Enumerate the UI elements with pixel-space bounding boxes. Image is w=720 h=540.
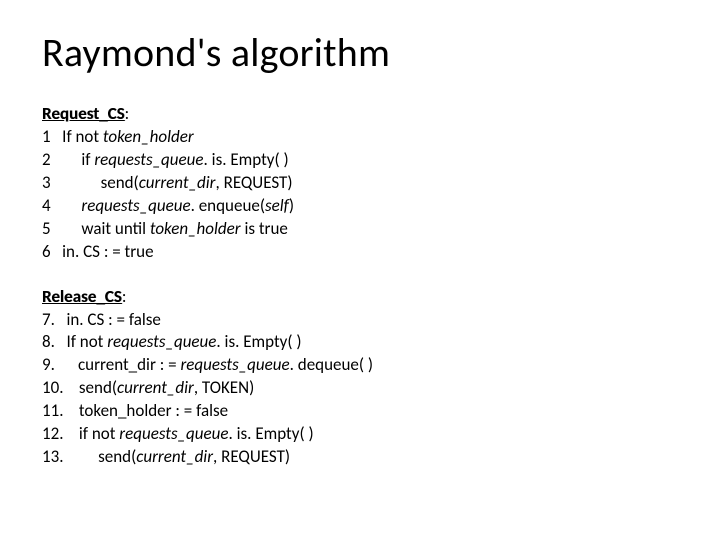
- line-number: 10.: [42, 377, 64, 400]
- line-body: token_holder : = false: [64, 400, 229, 421]
- code-line: 4 requests_queue. enqueue(self): [42, 195, 678, 218]
- code-line: 9. current_dir : = requests_queue. deque…: [42, 354, 678, 377]
- code-line: 5 wait until token_holder is true: [42, 218, 678, 241]
- request-heading-line: Request_CS:: [42, 103, 678, 126]
- line-number: 8.: [42, 331, 55, 354]
- code-line: 8. If not requests_queue. is. Empty( ): [42, 331, 678, 354]
- line-body: if requests_queue. is. Empty( ): [51, 149, 289, 170]
- line-number: 4: [42, 195, 51, 218]
- line-number: 5: [42, 218, 51, 241]
- line-body: in. CS : = true: [51, 241, 154, 262]
- line-number: 9.: [42, 354, 55, 377]
- code-line: 13. send(current_dir, REQUEST): [42, 446, 678, 469]
- line-body: wait until token_holder is true: [51, 218, 288, 239]
- line-number: 3: [42, 172, 51, 195]
- release-block: Release_CS: 7. in. CS : = false8. If not…: [42, 286, 678, 470]
- code-line: 2 if requests_queue. is. Empty( ): [42, 149, 678, 172]
- line-body: requests_queue. enqueue(self): [51, 195, 294, 216]
- line-body: If not requests_queue. is. Empty( ): [55, 331, 302, 352]
- line-body: send(current_dir, REQUEST): [64, 446, 290, 467]
- line-number: 6: [42, 241, 51, 264]
- release-lines: 7. in. CS : = false8. If not requests_qu…: [42, 309, 678, 470]
- code-line: 12. if not requests_queue. is. Empty( ): [42, 423, 678, 446]
- line-number: 7.: [42, 309, 55, 332]
- line-number: 11.: [42, 400, 64, 423]
- line-body: if not requests_queue. is. Empty( ): [64, 423, 314, 444]
- code-line: 11. token_holder : = false: [42, 400, 678, 423]
- release-heading: Release_CS: [42, 286, 122, 307]
- line-body: send(current_dir, REQUEST): [51, 172, 293, 193]
- line-body: in. CS : = false: [55, 309, 161, 330]
- line-number: 12.: [42, 423, 64, 446]
- request-lines: 1 If not token_holder2 if requests_queue…: [42, 126, 678, 264]
- code-line: 6 in. CS : = true: [42, 241, 678, 264]
- line-number: 2: [42, 149, 51, 172]
- code-line: 7. in. CS : = false: [42, 309, 678, 332]
- line-number: 1: [42, 126, 51, 149]
- line-body: current_dir : = requests_queue. dequeue(…: [55, 354, 373, 375]
- line-number: 13.: [42, 446, 64, 469]
- request-heading: Request_CS: [42, 103, 125, 124]
- code-line: 10. send(current_dir, TOKEN): [42, 377, 678, 400]
- line-body: send(current_dir, TOKEN): [64, 377, 255, 398]
- request-colon: :: [125, 103, 130, 124]
- request-block: Request_CS: 1 If not token_holder2 if re…: [42, 103, 678, 264]
- code-line: 1 If not token_holder: [42, 126, 678, 149]
- page-title: Raymond's algorithm: [42, 28, 678, 77]
- release-heading-line: Release_CS:: [42, 286, 678, 309]
- line-body: If not token_holder: [51, 126, 194, 147]
- code-line: 3 send(current_dir, REQUEST): [42, 172, 678, 195]
- release-colon: :: [122, 286, 127, 307]
- slide: Raymond's algorithm Request_CS: 1 If not…: [0, 0, 720, 469]
